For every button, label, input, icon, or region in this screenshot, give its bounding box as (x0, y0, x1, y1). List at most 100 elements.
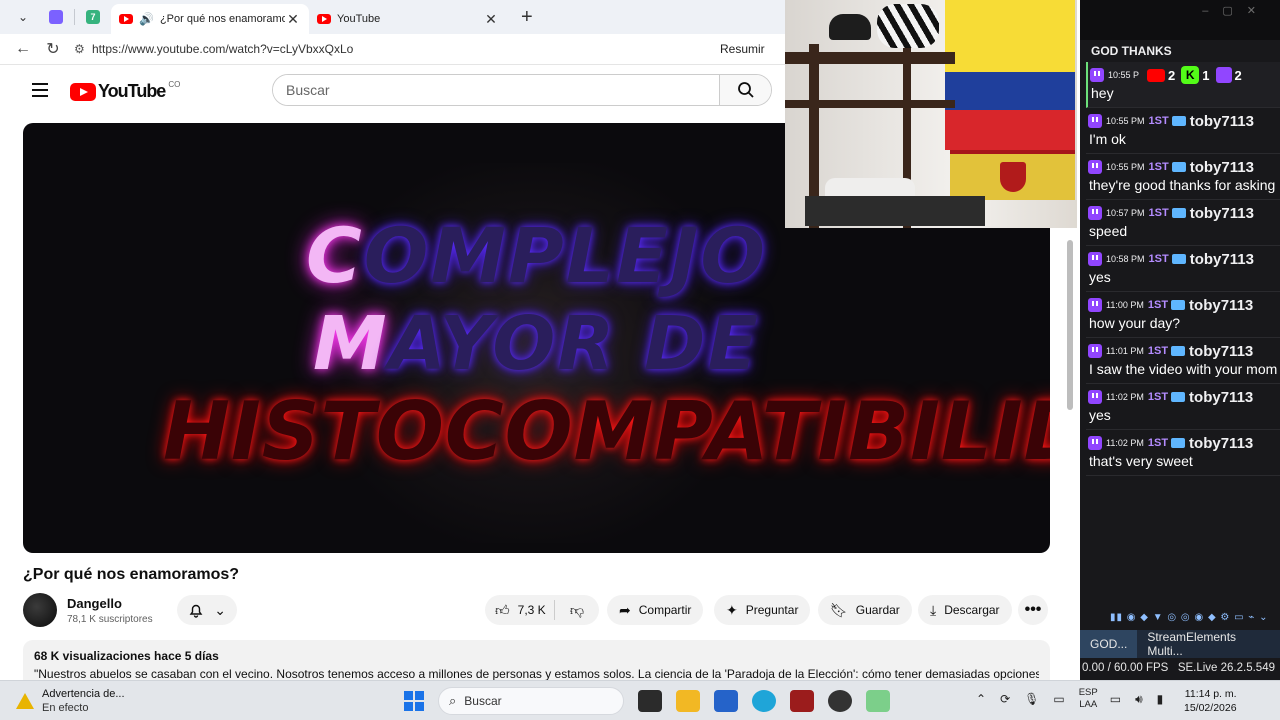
message-text: speed (1089, 223, 1128, 239)
emote-toolbar[interactable]: ▮▮ ◉ ◆ ▼ ◎ ◎ ◉ ◆ ⚙ ▭ ⌁ ⌄ (1110, 612, 1269, 623)
share-button[interactable]: ➦ Compartir (607, 595, 704, 625)
chat-message: 10:57 PM 1ST toby7113 speed (1086, 200, 1280, 246)
search-button[interactable] (719, 75, 771, 105)
display-icon[interactable]: ▭ (1053, 692, 1064, 706)
username[interactable]: toby7113 (1189, 297, 1253, 314)
file-explorer-icon[interactable] (676, 690, 700, 712)
tab-title: ¿Por qué nos enamoramos? - (159, 13, 285, 25)
dislike-button[interactable]: 👎︎ (555, 602, 599, 619)
first-badge: 1ST (1148, 253, 1169, 265)
back-arrow-icon[interactable]: ← (8, 40, 38, 58)
clock[interactable]: 11:14 p. m. 15/02/2026 (1184, 687, 1237, 715)
crown-badge-icon (1171, 438, 1186, 448)
thumbs-down-icon: 👎︎ (569, 601, 585, 618)
pinned-tab-camera[interactable] (38, 4, 74, 30)
weather-warning-widget[interactable]: Advertencia de... En efecto (16, 687, 125, 715)
channel-name[interactable]: Dangello (67, 596, 122, 611)
crown-badge-icon (1171, 346, 1186, 356)
chat-title: GOD THANKS (1091, 44, 1172, 58)
warning-icon (16, 693, 34, 709)
twitch-count: 2 (1234, 67, 1242, 83)
channel-actions-row: Dangello 78,1 K suscriptores ⌄ 👍︎ 7,3 K 👎… (23, 593, 1050, 629)
store-icon[interactable] (714, 690, 738, 712)
scrollbar-thumb[interactable] (1067, 240, 1073, 410)
ask-button[interactable]: ✦ Preguntar (714, 595, 811, 625)
summarize-button[interactable]: Resumir (720, 42, 765, 56)
like-button[interactable]: 👍︎ 7,3 K (485, 600, 555, 620)
speaker-icon[interactable]: 🔊 (139, 12, 154, 26)
reload-icon[interactable]: ↻ (38, 39, 68, 59)
close-tab-icon[interactable]: ✕ (483, 11, 499, 28)
save-label: Guardar (855, 603, 900, 617)
close-tab-icon[interactable]: ✕ (285, 11, 301, 28)
youtube-count: 2 (1168, 67, 1176, 83)
search-icon: ⌕ (449, 693, 457, 708)
menu-icon[interactable] (32, 83, 48, 101)
save-button[interactable]: 🔖︎ Guardar (818, 595, 912, 625)
pinned-tab-seven[interactable]: 7 (75, 4, 111, 30)
description-text: "Nuestros abuelos se casaban con el veci… (34, 667, 1039, 680)
message-time: 11:00 PM (1106, 300, 1144, 310)
search-input[interactable] (273, 75, 719, 105)
username[interactable]: toby7113 (1189, 389, 1253, 406)
mic-icon[interactable]: 🎙︎ (1024, 692, 1039, 706)
camera-app-icon (49, 10, 63, 24)
tab-list-dropdown[interactable]: ⌄ (8, 4, 38, 30)
more-actions-button[interactable]: ••• (1018, 595, 1048, 625)
sparkle-icon: ✦ (726, 601, 738, 618)
channel-avatar[interactable] (23, 593, 57, 627)
youtube-logo[interactable]: YouTube CO (70, 80, 180, 102)
description-box[interactable]: 68 K visualizaciones hace 5 días "Nuestr… (23, 640, 1050, 680)
warning-subtitle: En efecto (42, 702, 89, 714)
tab-video[interactable]: 🔊 ¿Por qué nos enamoramos? - ✕ (111, 4, 309, 34)
brave-icon[interactable] (790, 690, 814, 712)
kick-count: 1 (1202, 67, 1210, 83)
username[interactable]: toby7113 (1190, 159, 1254, 176)
volume-icon[interactable]: 🔊︎ (1135, 692, 1143, 707)
new-tab-icon[interactable]: + (521, 6, 533, 29)
chevron-up-icon[interactable]: ⌃ (976, 692, 986, 706)
language-indicator[interactable]: ESP LAA (1079, 687, 1098, 711)
tab-title: YouTube (337, 13, 381, 25)
download-button[interactable]: ⤓ Descargar (918, 595, 1012, 625)
username[interactable]: toby7113 (1190, 251, 1254, 268)
battery-icon[interactable]: ▮ (1157, 692, 1164, 706)
windows-start-icon[interactable] (404, 691, 424, 711)
share-icon: ➦ (619, 601, 631, 618)
task-view-icon[interactable] (638, 690, 662, 712)
obs-icon[interactable] (828, 690, 852, 712)
chat-app-icon[interactable] (866, 690, 890, 712)
youtube-icon (1147, 68, 1166, 82)
message-time: 10:58 PM (1106, 254, 1145, 264)
taskbar-search[interactable]: ⌕ Buscar (438, 687, 624, 715)
sync-icon[interactable]: ⟳ (1000, 692, 1010, 706)
chat-message: 10:55 P 2 K1 2 hey (1086, 62, 1280, 108)
message-text: they're good thanks for asking (1089, 177, 1276, 193)
search-box (272, 74, 772, 106)
edge-icon[interactable] (752, 690, 776, 712)
message-text: how your day? (1089, 315, 1181, 331)
username[interactable]: toby7113 (1190, 113, 1254, 130)
notifications-button[interactable]: ⌄ (177, 595, 237, 625)
message-text: yes (1089, 407, 1111, 423)
kick-icon: K (1181, 66, 1200, 84)
site-info-icon[interactable]: ⚙ (74, 42, 92, 56)
screen: ⌄ 7 🔊 ¿Por qué nos enamoramos? - ✕ YouTu… (0, 0, 1280, 720)
network-icon[interactable]: ▭ (1110, 692, 1121, 706)
message-time: 10:55 PM (1106, 162, 1145, 172)
message-text: I saw the video with your mom (1089, 361, 1278, 377)
first-badge: 1ST (1148, 115, 1169, 127)
username[interactable]: toby7113 (1190, 205, 1254, 222)
username[interactable]: toby7113 (1189, 343, 1253, 360)
first-badge: 1ST (1147, 437, 1169, 449)
chat-messages: 10:55 P 2 K1 2 hey 10:55 PM 1ST toby7113 I… (1086, 62, 1280, 476)
url-field[interactable]: ⚙ https://www.youtube.com/watch?v=cLyVbx… (74, 37, 714, 61)
tab-streamelements[interactable]: StreamElements Multi... (1137, 630, 1280, 658)
username[interactable]: toby7113 (1189, 435, 1253, 452)
zebra-plush (877, 4, 939, 48)
tab-god[interactable]: GOD... (1080, 630, 1138, 658)
tab-youtube[interactable]: YouTube ✕ (309, 4, 507, 34)
youtube-favicon-icon (317, 14, 331, 24)
window-controls[interactable]: –▢✕ (1202, 4, 1270, 17)
first-badge: 1ST (1147, 391, 1169, 403)
